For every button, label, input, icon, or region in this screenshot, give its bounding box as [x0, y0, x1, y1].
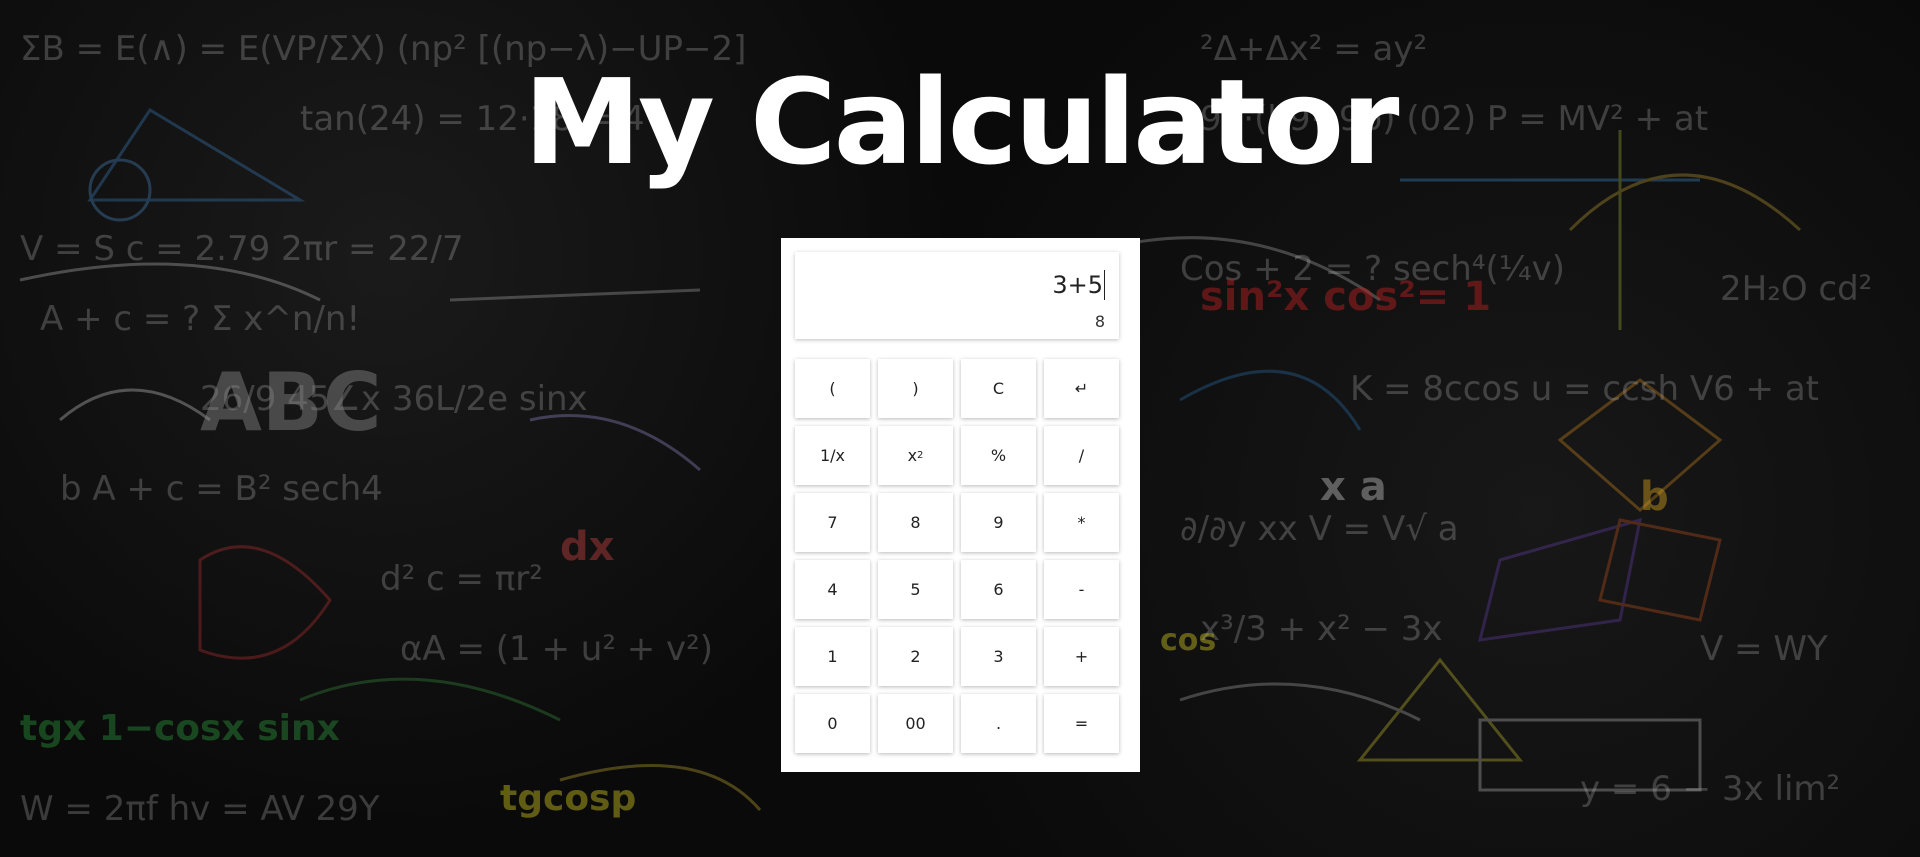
svg-text:cos: cos: [1160, 623, 1216, 658]
backspace-key[interactable]: ↵: [1044, 359, 1119, 418]
key-label: -: [1078, 580, 1085, 599]
svg-text:b A + c = B² sech4: b A + c = B² sech4: [60, 469, 383, 509]
eight-key[interactable]: 8: [878, 493, 953, 552]
svg-text:tgx 1−cosx sinx: tgx 1−cosx sinx: [20, 708, 340, 749]
clear-key[interactable]: C: [961, 359, 1036, 418]
zero-key[interactable]: 0: [795, 694, 870, 753]
key-label: x: [907, 446, 918, 465]
calculator-display[interactable]: 3+5 8: [795, 252, 1119, 339]
svg-text:x³/3 + x² − 3x: x³/3 + x² − 3x: [1200, 609, 1443, 649]
add-key[interactable]: +: [1044, 627, 1119, 686]
svg-text:V = WY: V = WY: [1700, 629, 1828, 669]
result-text: 8: [1094, 312, 1105, 331]
key-label: 4: [827, 580, 838, 599]
svg-text:2H₂O cd²: 2H₂O cd²: [1720, 269, 1872, 309]
close-paren-key[interactable]: ): [878, 359, 953, 418]
svg-text:x a: x a: [1320, 464, 1387, 510]
svg-text:dx: dx: [560, 524, 615, 570]
double-zero-key[interactable]: 00: [878, 694, 953, 753]
svg-text:d² c = πr²: d² c = πr²: [380, 559, 543, 599]
svg-text:b: b: [1640, 474, 1669, 520]
four-key[interactable]: 4: [795, 560, 870, 619]
percent-key[interactable]: %: [961, 426, 1036, 485]
key-label: C: [992, 379, 1005, 398]
page-title: My Calculator: [523, 53, 1400, 191]
svg-text:∂/∂y xx V = V√ a: ∂/∂y xx V = V√ a: [1180, 509, 1459, 549]
svg-text:ABC: ABC: [200, 356, 382, 449]
key-label: 1/x: [819, 446, 846, 465]
key-label: 2: [910, 647, 921, 666]
key-label: ↵: [1074, 379, 1089, 398]
svg-text:αA = (1 + u² + v²): αA = (1 + u² + v²): [400, 629, 713, 669]
svg-text:y = 6 − 3x lim²: y = 6 − 3x lim²: [1580, 769, 1840, 809]
nine-key[interactable]: 9: [961, 493, 1036, 552]
key-label: ): [912, 379, 919, 398]
open-paren-key[interactable]: (: [795, 359, 870, 418]
key-label: .: [995, 714, 1002, 733]
key-label: 6: [993, 580, 1004, 599]
key-label: 9: [993, 513, 1004, 532]
key-label: =: [1074, 714, 1089, 733]
svg-text:tgcosp: tgcosp: [500, 778, 636, 819]
multiply-key[interactable]: *: [1044, 493, 1119, 552]
subtract-key[interactable]: -: [1044, 560, 1119, 619]
key-label: 8: [910, 513, 921, 532]
key-label: *: [1077, 513, 1086, 532]
svg-text:sin²x cos²= 1: sin²x cos²= 1: [1200, 274, 1491, 320]
five-key[interactable]: 5: [878, 560, 953, 619]
decimal-key[interactable]: .: [961, 694, 1036, 753]
key-label: %: [990, 446, 1007, 465]
key-label: 5: [910, 580, 921, 599]
divide-key[interactable]: /: [1044, 426, 1119, 485]
expression-line[interactable]: 3+5: [1052, 270, 1105, 300]
key-label: 00: [905, 714, 926, 733]
key-label: +: [1074, 647, 1089, 666]
three-key[interactable]: 3: [961, 627, 1036, 686]
key-label: 3: [993, 647, 1004, 666]
equals-key[interactable]: =: [1044, 694, 1119, 753]
key-label: (: [829, 379, 836, 398]
svg-text:W = 2πf hv = AV 29Y: W = 2πf hv = AV 29Y: [20, 789, 380, 829]
expression-text: 3+5: [1052, 271, 1103, 299]
text-caret: [1104, 270, 1105, 300]
svg-text:A + c = ? Σ x^n/n!: A + c = ? Σ x^n/n!: [40, 299, 360, 339]
calculator-panel: 3+5 8 () C ↵ 1/x x 2%/7 8 9 * 4 5 6-1 2 3 +0 00. =: [781, 238, 1140, 772]
six-key[interactable]: 6: [961, 560, 1036, 619]
seven-key[interactable]: 7: [795, 493, 870, 552]
two-key[interactable]: 2: [878, 627, 953, 686]
reciprocal-key[interactable]: 1/x: [795, 426, 870, 485]
svg-text:V = S c = 2.79 2πr = 22/7: V = S c = 2.79 2πr = 22/7: [20, 229, 464, 269]
one-key[interactable]: 1: [795, 627, 870, 686]
key-label: 0: [827, 714, 838, 733]
key-label: 7: [827, 513, 838, 532]
square-key[interactable]: x2: [878, 426, 953, 485]
key-label: /: [1078, 446, 1085, 465]
key-label: 1: [827, 647, 838, 666]
svg-text:K = 8ccos u = ccsh V6 + at: K = 8ccos u = ccsh V6 + at: [1350, 369, 1819, 409]
